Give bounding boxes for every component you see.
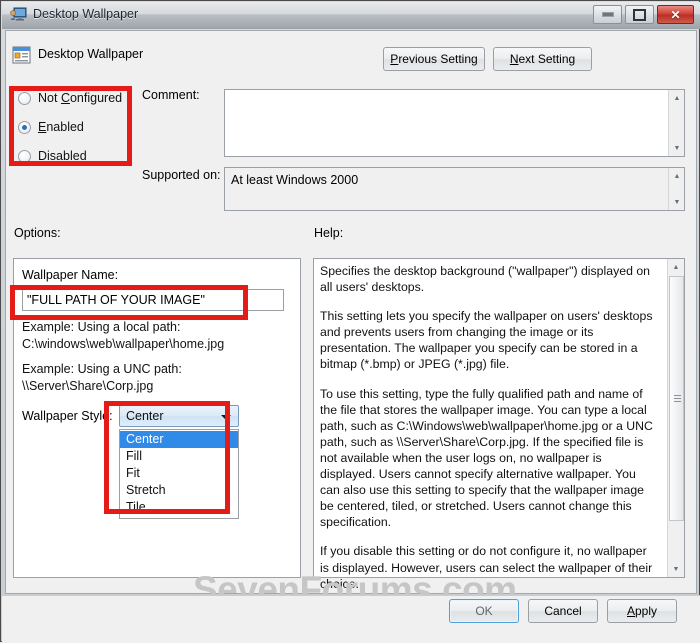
help-paragraph-2: This setting lets you specify the wallpa… [320, 309, 653, 372]
radio-not-configured[interactable]: Not Configured [18, 91, 122, 105]
options-panel: Wallpaper Name: "FULL PATH OF YOUR IMAGE… [13, 258, 301, 578]
help-scroll-up-icon[interactable]: ▲ [668, 259, 684, 275]
options-panel-label: Options: [14, 226, 61, 240]
wallpaper-name-label: Wallpaper Name: [22, 268, 119, 282]
desktop-wallpaper-icon [10, 7, 27, 23]
supported-scroll-down-icon[interactable]: ▼ [669, 194, 685, 210]
dropdown-option-fit[interactable]: Fit [120, 465, 238, 482]
help-panel-label: Help: [314, 226, 344, 240]
dropdown-option-stretch[interactable]: Stretch [120, 482, 238, 499]
previous-setting-button[interactable]: Previous Setting [383, 47, 485, 71]
supported-scroll-up-icon[interactable]: ▲ [669, 168, 685, 184]
help-text: Specifies the desktop background ("wallp… [320, 263, 658, 605]
radio-not-configured-label: Not Configured [38, 91, 123, 105]
radio-not-configured-indicator [18, 91, 31, 105]
help-paragraph-3: To use this setting, type the fully qual… [320, 386, 653, 530]
chevron-down-icon[interactable] [221, 415, 231, 420]
page-title: Desktop Wallpaper [38, 47, 144, 61]
dropdown-option-tile[interactable]: Tile [120, 499, 238, 516]
example-local-title: Example: Using a local path: [22, 320, 181, 334]
scroll-grip-icon [674, 395, 681, 402]
wallpaper-style-combobox[interactable]: Center [119, 405, 239, 427]
close-button[interactable]: ✕ [657, 5, 694, 24]
apply-button-label: Apply [626, 604, 658, 618]
supported-on-value: At least Windows 2000 [231, 173, 359, 187]
help-scroll-down-icon[interactable]: ▼ [668, 561, 684, 577]
comment-input[interactable]: ▲ ▼ [224, 89, 685, 157]
window-title: Desktop Wallpaper [33, 7, 139, 21]
previous-setting-rest: revious Setting [398, 52, 478, 66]
dropdown-option-fill[interactable]: Fill [120, 448, 238, 465]
maximize-icon [626, 6, 653, 23]
apply-button-rest: pply [635, 604, 658, 618]
example-unc-path: \\Server\Share\Corp.jpg [22, 379, 154, 393]
comment-label: Comment: [142, 88, 200, 102]
wallpaper-style-value: Center [126, 409, 164, 423]
previous-setting-label: Previous Setting [390, 52, 478, 66]
wallpaper-style-label: Wallpaper Style: [22, 409, 113, 423]
comment-scrollbar[interactable]: ▲ ▼ [668, 90, 684, 156]
supported-on-scrollbar[interactable]: ▲ ▼ [668, 168, 684, 210]
ok-button[interactable]: OK [449, 599, 519, 623]
dialog-window: Desktop Wallpaper ✕ Desktop Wallpaper Pr… [0, 0, 700, 643]
next-setting-button[interactable]: Next Setting [493, 47, 592, 71]
next-setting-label: Next Setting [509, 52, 576, 66]
help-paragraph-1: Specifies the desktop background ("wallp… [320, 264, 651, 295]
radio-disabled[interactable]: Disabled [18, 149, 87, 163]
help-scroll-thumb[interactable] [669, 276, 684, 521]
example-unc-title: Example: Using a UNC path: [22, 362, 182, 376]
minimize-icon [594, 6, 621, 23]
apply-button[interactable]: Apply [607, 599, 677, 623]
comment-scroll-up-icon[interactable]: ▲ [669, 90, 685, 106]
policy-setting-icon [12, 46, 31, 64]
maximize-button[interactable] [625, 5, 654, 24]
supported-on-field: At least Windows 2000 ▲ ▼ [224, 167, 685, 211]
minimize-button[interactable] [593, 5, 622, 24]
supported-on-label: Supported on: [142, 168, 221, 182]
cancel-button[interactable]: Cancel [528, 599, 598, 623]
wallpaper-style-dropdown-list[interactable]: Center Fill Fit Stretch Tile [119, 429, 239, 519]
radio-enabled-label: Enabled [38, 120, 84, 134]
help-scrollbar[interactable]: ▲ ▼ [667, 259, 684, 577]
close-icon: ✕ [670, 7, 681, 22]
comment-scroll-down-icon[interactable]: ▼ [669, 140, 685, 156]
radio-enabled[interactable]: Enabled [18, 120, 84, 134]
dropdown-option-center[interactable]: Center [120, 431, 238, 448]
next-setting-rest: ext Setting [518, 52, 576, 66]
radio-disabled-label: Disabled [38, 149, 87, 163]
cancel-button-label: Cancel [544, 604, 582, 618]
title-bar: Desktop Wallpaper ✕ [2, 2, 700, 29]
wallpaper-name-input[interactable]: "FULL PATH OF YOUR IMAGE" [22, 289, 284, 311]
example-local-path: C:\windows\web\wallpaper\home.jpg [22, 337, 225, 351]
ok-button-label: OK [475, 604, 493, 618]
radio-enabled-indicator [18, 120, 31, 134]
radio-disabled-indicator [18, 149, 31, 163]
help-panel: Specifies the desktop background ("wallp… [313, 258, 685, 591]
